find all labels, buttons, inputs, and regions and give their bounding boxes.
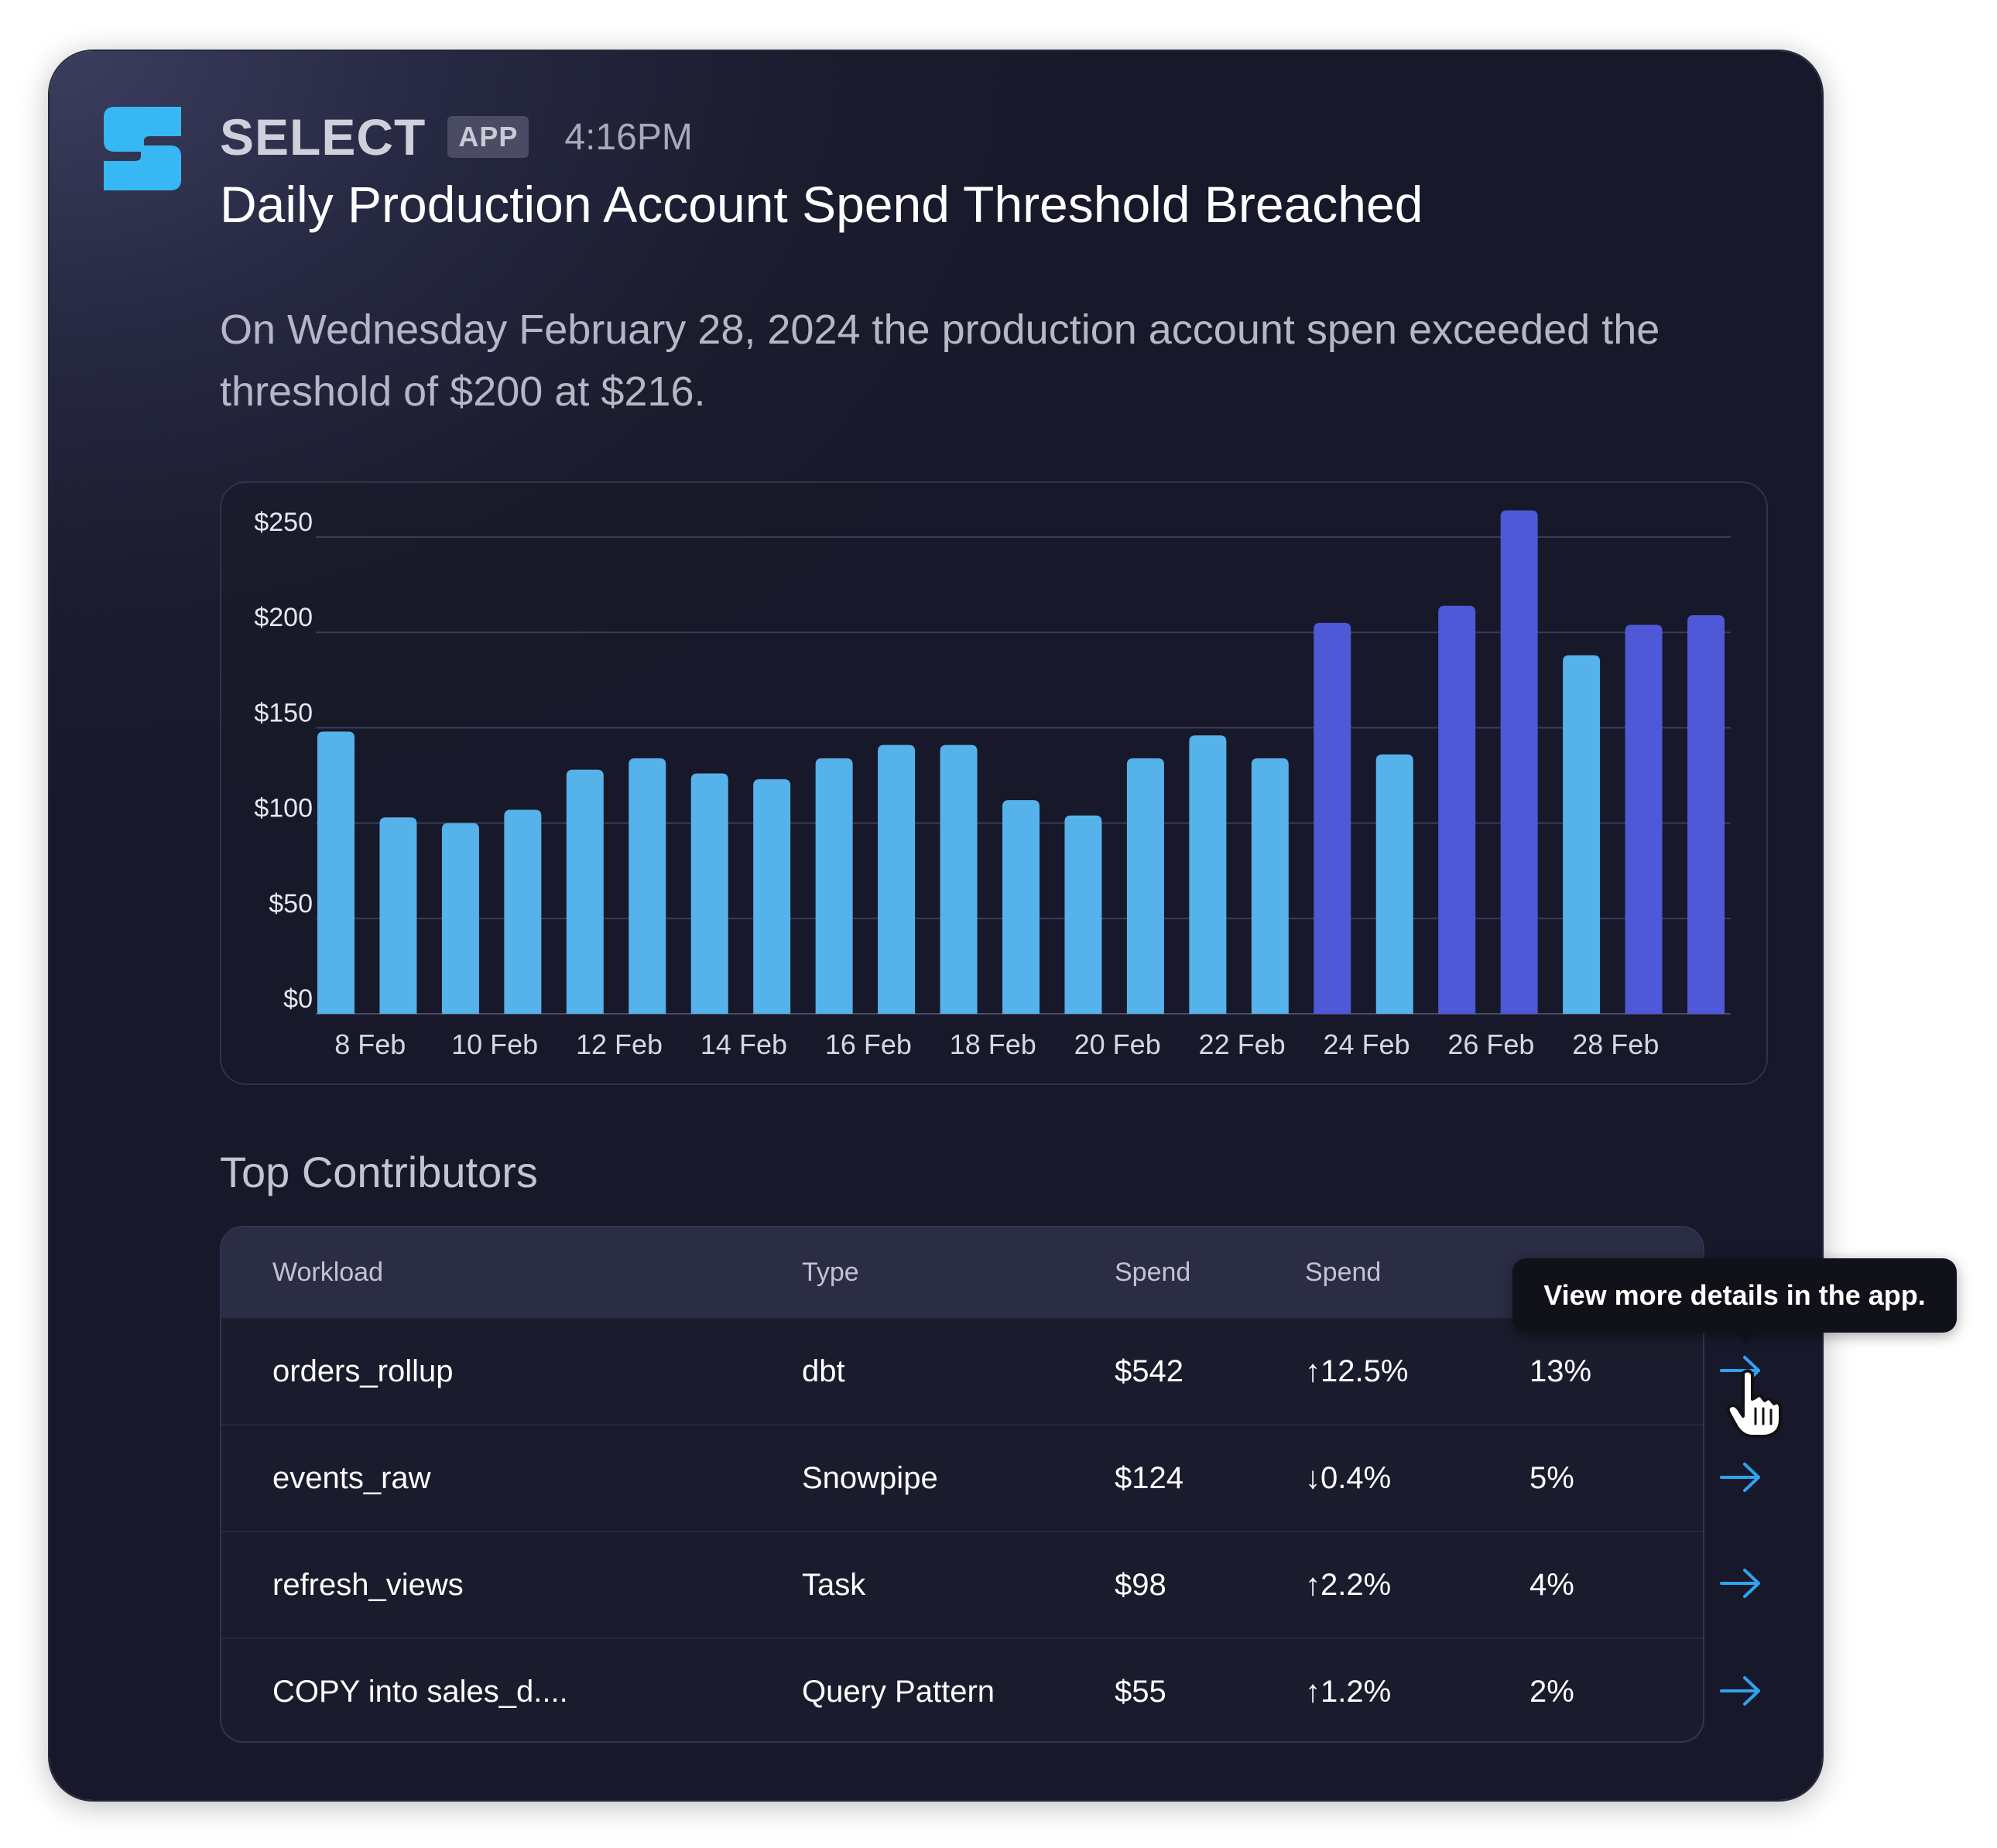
table-row[interactable]: orders_rollup dbt $542 ↑12.5% 13% [221,1317,1703,1424]
workload-spend-change: ↓0.4% [1305,1461,1392,1495]
spend-chart-panel: $250 $200 $150 $100 $50 $0 8 Feb 10 Feb 12 Feb 14… [220,481,1768,1085]
select-logo-icon [104,107,181,190]
workload-spend: $98 [1115,1568,1166,1602]
bar-23-feb [1251,758,1289,1014]
workload-name: orders_rollup [272,1354,454,1388]
view-details-arrow-icon[interactable] [1718,1564,1765,1603]
x-tick-label: 12 Feb [576,1028,663,1060]
workload-spend: $124 [1115,1461,1183,1495]
x-tick-label: 10 Feb [451,1028,538,1060]
bar-27-feb [1500,510,1538,1014]
workload-spend: $55 [1115,1675,1166,1709]
workload-type: Snowpipe [802,1461,938,1495]
workload-share: 4% [1529,1568,1574,1602]
bar-13-feb [629,758,666,1014]
contributors-table: Workload Type Spend Spend orders_rollup … [220,1226,1704,1743]
section-title-top-contributors: Top Contributors [220,1148,538,1196]
workload-type: Query Pattern [802,1675,995,1709]
header-workload: Workload [272,1258,383,1287]
table-row[interactable]: events_raw Snowpipe $124 ↓0.4% 5% [221,1424,1703,1531]
header-spend-change: Spend [1305,1258,1382,1287]
app-badge: APP [447,116,529,158]
bar-24-feb [1314,622,1351,1014]
x-tick-label: 20 Feb [1074,1028,1161,1060]
y-tick-label: $50 [269,889,313,919]
bar-11-feb [504,809,542,1014]
workload-spend: $542 [1115,1354,1183,1388]
hand-pointer-cursor-icon [1726,1369,1782,1438]
bar-21-feb [1126,758,1164,1014]
y-tick-label: $200 [254,603,313,632]
view-details-arrow-icon[interactable] [1718,1672,1765,1710]
bar-9-feb [379,817,417,1014]
y-tick-label: $100 [254,794,313,823]
table-row[interactable]: refresh_views Task $98 ↑2.2% 4% [221,1531,1703,1638]
header-type: Type [802,1258,859,1287]
workload-share: 13% [1529,1354,1592,1388]
table-header: Workload Type Spend Spend [221,1227,1703,1317]
x-tick-label: 28 Feb [1572,1028,1659,1060]
workload-type: Task [802,1568,866,1602]
x-tick-label: 22 Feb [1199,1028,1286,1060]
y-tick-label: $0 [283,984,313,1014]
message-header: SELECT APP 4:16PM [220,102,693,172]
bar-16-feb [815,758,853,1014]
y-tick-label: $250 [254,508,313,537]
workload-name: events_raw [272,1461,431,1495]
bar-12-feb [566,769,604,1014]
bar-15-feb [753,779,791,1014]
x-tick-label: 24 Feb [1323,1028,1410,1060]
tooltip: View more details in the app. [1512,1258,1957,1333]
table-row[interactable]: COPY into sales_d.... Query Pattern $55 … [221,1638,1703,1741]
bar-22-feb [1189,735,1227,1014]
y-tick-label: $150 [254,698,313,727]
tooltip-pointer [1734,1331,1759,1343]
x-tick-label: 26 Feb [1447,1028,1534,1060]
bar-14-feb [690,773,728,1014]
app-name: SELECT [220,108,426,166]
workload-spend-change: ↑12.5% [1305,1354,1409,1388]
bar-20-feb [1064,815,1102,1014]
bar-1-mar [1687,615,1725,1014]
daily-spend-bar-chart: $250 $200 $150 $100 $50 $0 8 Feb 10 Feb 12 Feb 14… [254,508,1731,1060]
alert-card: SELECT APP 4:16PM Daily Production Accou… [50,51,1822,1800]
workload-name: refresh_views [272,1568,464,1602]
bar-18-feb [940,744,978,1014]
bar-8-feb [317,731,355,1014]
workload-share: 5% [1529,1461,1574,1495]
workload-share: 2% [1529,1675,1574,1709]
view-details-arrow-icon[interactable] [1718,1458,1765,1497]
bar-19-feb [1002,800,1040,1014]
alert-title: Daily Production Account Spend Threshold… [220,176,1423,233]
bar-28-feb [1563,655,1601,1014]
workload-type: dbt [802,1354,845,1388]
bar-25-feb [1375,754,1413,1014]
workload-spend-change: ↑2.2% [1305,1568,1392,1602]
bar-29-feb [1625,625,1663,1014]
bar-26-feb [1438,605,1476,1014]
x-tick-label: 8 Feb [334,1028,406,1060]
bar-17-feb [878,744,916,1014]
x-tick-label: 14 Feb [700,1028,787,1060]
workload-name: COPY into sales_d.... [272,1675,568,1709]
bar-10-feb [441,823,479,1014]
alert-description: On Wednesday February 28, 2024 the produ… [220,306,1660,415]
header-spend: Spend [1115,1258,1191,1287]
message-timestamp: 4:16PM [564,116,693,158]
x-tick-label: 18 Feb [950,1028,1036,1060]
workload-spend-change: ↑1.2% [1305,1675,1392,1709]
x-tick-label: 16 Feb [825,1028,912,1060]
